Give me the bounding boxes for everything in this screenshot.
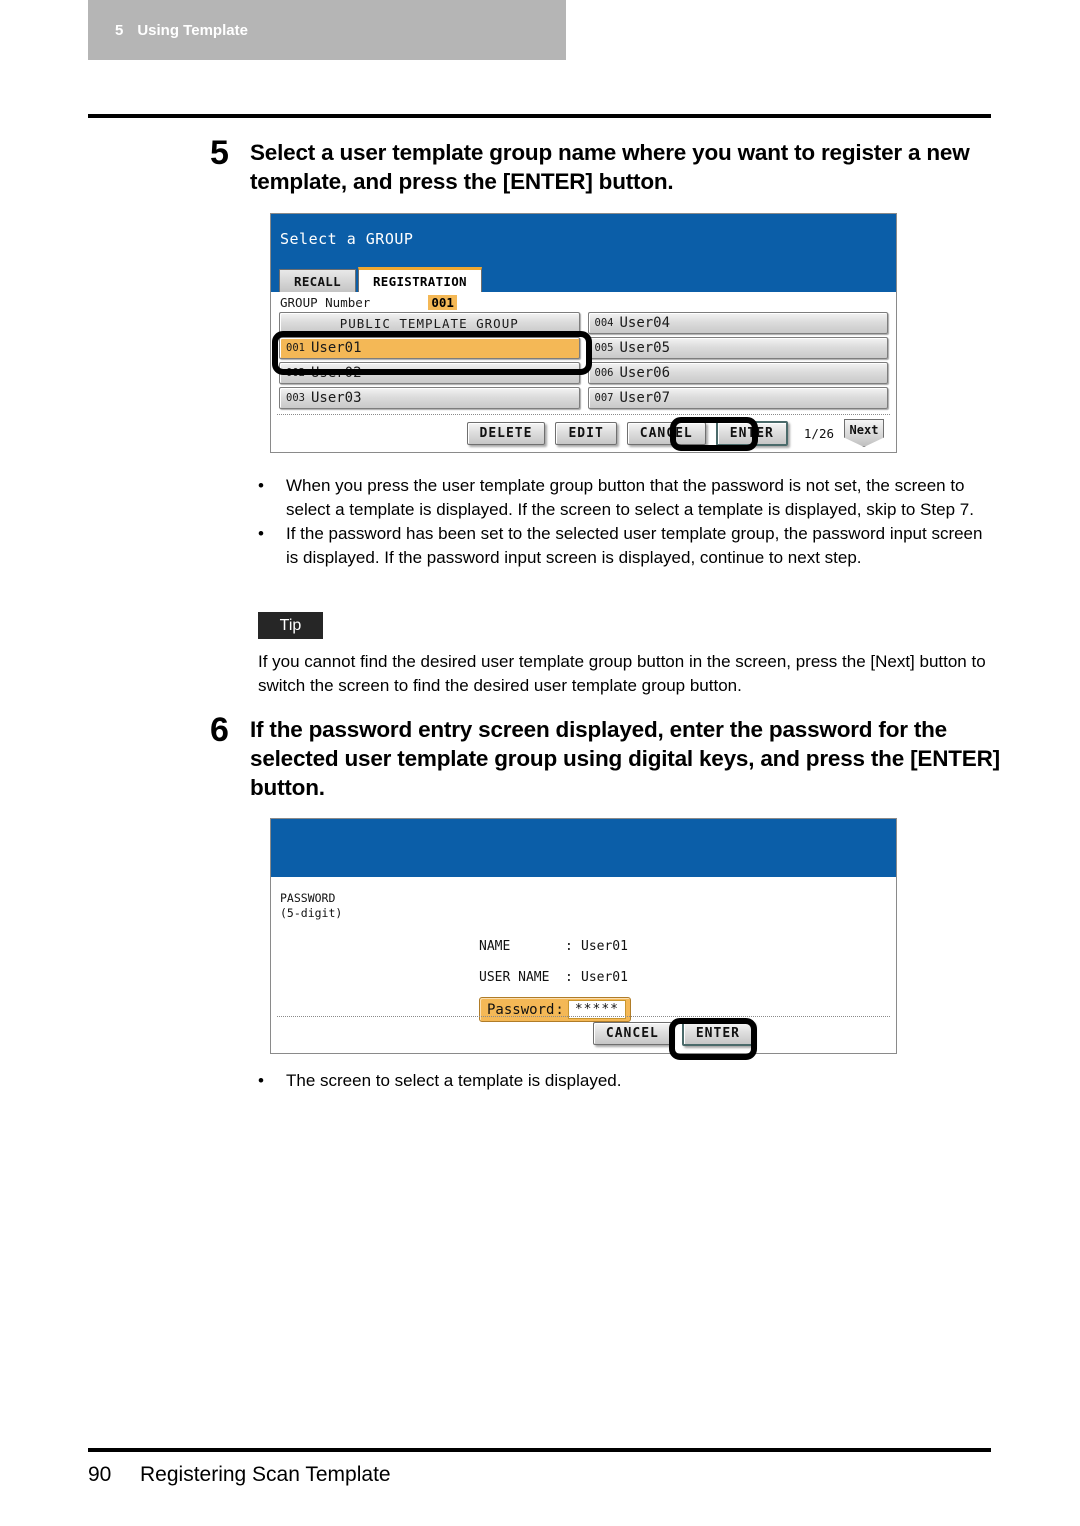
user-name-label: USER NAME <box>479 969 550 985</box>
note-item: • The screen to select a template is dis… <box>258 1069 998 1093</box>
group-button-005[interactable]: 005 User05 <box>587 337 888 359</box>
group-button-001[interactable]: 001 User01 <box>279 337 580 359</box>
note-text: When you press the user template group b… <box>286 476 974 519</box>
step-6-number: 6 <box>210 711 229 749</box>
group-button-public[interactable]: PUBLIC TEMPLATE GROUP <box>279 312 580 334</box>
running-header-band: 5 Using Template <box>88 0 566 60</box>
group-number-row: GROUP Number 001 <box>271 292 896 312</box>
group-button-name: User07 <box>619 390 671 406</box>
group-button-name: PUBLIC TEMPLATE GROUP <box>339 315 519 331</box>
password-screen-body: PASSWORD (5-digit) NAME : User01 USER NA… <box>271 877 896 1053</box>
group-number-label: GROUP Number <box>280 295 371 310</box>
footer-divider-rule <box>88 1448 991 1452</box>
chapter-title: Using Template <box>137 21 248 39</box>
group-button-number: 003 <box>286 392 305 404</box>
select-group-title: Select a GROUP <box>280 230 414 248</box>
select-group-screenshot: Select a GROUP RECALL REGISTRATION GROUP… <box>270 213 897 453</box>
tip-text: If you cannot find the desired user temp… <box>258 652 986 695</box>
password-hint-line2: (5-digit) <box>280 906 343 920</box>
group-button-number: 001 <box>286 342 305 354</box>
chapter-number: 5 <box>115 21 124 39</box>
password-screen-header <box>271 819 896 877</box>
header-divider-rule <box>88 114 991 118</box>
notes-after-step-5: • When you press the user template group… <box>258 474 998 570</box>
page-indicator: 1/26 <box>803 425 834 441</box>
note-item: • When you press the user template group… <box>258 474 998 522</box>
password-hint-label: PASSWORD (5-digit) <box>280 891 342 921</box>
select-group-header: Select a GROUP RECALL REGISTRATION <box>271 214 896 292</box>
group-button-003[interactable]: 003 User03 <box>279 387 580 409</box>
name-colon: : <box>565 938 573 954</box>
group-number-value: 001 <box>428 295 457 310</box>
password-button-bar: CANCEL ENTER <box>271 1017 896 1051</box>
name-value: User01 <box>581 938 628 954</box>
tab-registration[interactable]: REGISTRATION <box>357 267 482 292</box>
tab-recall[interactable]: RECALL <box>279 269 356 292</box>
user-name-value: User01 <box>581 969 628 985</box>
step-5-number: 5 <box>210 134 229 172</box>
step-5-text: Select a user template group name where … <box>250 140 970 194</box>
step-6-text: If the password entry screen displayed, … <box>250 717 1000 800</box>
notes-after-step-6: • The screen to select a template is dis… <box>258 1069 998 1093</box>
delete-button[interactable]: DELETE <box>466 421 546 445</box>
step-6: 6 If the password entry screen displayed… <box>210 711 1000 802</box>
name-row: NAME : User01 <box>479 935 631 957</box>
group-button-grid: PUBLIC TEMPLATE GROUP 004 User04 001 Use… <box>271 312 896 409</box>
group-button-number: 005 <box>594 342 614 354</box>
password-field-group: NAME : User01 USER NAME : User01 Passwor… <box>479 935 631 1022</box>
name-label: NAME <box>479 938 511 954</box>
user-name-row: USER NAME : User01 <box>479 966 631 988</box>
group-button-number: 002 <box>286 367 305 379</box>
group-button-007[interactable]: 007 User07 <box>587 387 888 409</box>
group-button-number: 006 <box>594 367 614 379</box>
bullet-glyph: • <box>258 476 264 495</box>
user-name-colon: : <box>565 969 573 985</box>
select-group-tabstrip: RECALL REGISTRATION <box>279 267 482 292</box>
group-button-name: User06 <box>619 365 671 381</box>
select-group-body: GROUP Number 001 PUBLIC TEMPLATE GROUP 0… <box>271 292 896 452</box>
group-button-004[interactable]: 004 User04 <box>587 312 888 334</box>
note-text: If the password has been set to the sele… <box>286 524 983 567</box>
group-button-number: 004 <box>594 317 614 329</box>
step-5: 5 Select a user template group name wher… <box>210 134 1000 196</box>
group-button-name: User01 <box>310 340 362 356</box>
password-enter-button[interactable]: ENTER <box>681 1021 754 1046</box>
group-button-006[interactable]: 006 User06 <box>587 362 888 384</box>
tip-badge: Tip <box>258 612 323 639</box>
footer-section-title: Registering Scan Template <box>140 1463 391 1486</box>
group-button-name: User04 <box>619 315 671 331</box>
note-item: • If the password has been set to the se… <box>258 522 998 570</box>
group-button-name: User03 <box>310 390 362 406</box>
password-cancel-button[interactable]: CANCEL <box>592 1022 672 1045</box>
bullet-glyph: • <box>258 524 264 543</box>
footer-page-number: 90 <box>88 1463 112 1486</box>
password-hint-line1: PASSWORD <box>280 891 336 905</box>
cancel-button[interactable]: CANCEL <box>626 421 706 445</box>
enter-button[interactable]: ENTER <box>715 420 788 446</box>
group-button-number: 007 <box>594 392 614 404</box>
next-button[interactable]: Next <box>844 419 884 447</box>
password-entry-screenshot: PASSWORD (5-digit) NAME : User01 USER NA… <box>270 818 897 1054</box>
group-button-002[interactable]: 002 User02 <box>279 362 580 384</box>
note-text: The screen to select a template is displ… <box>286 1071 622 1090</box>
page-footer: 90 Registering Scan Template <box>88 1463 391 1487</box>
edit-button[interactable]: EDIT <box>555 421 617 445</box>
group-button-name: User02 <box>310 365 362 381</box>
group-button-name: User05 <box>619 340 671 356</box>
bullet-glyph: • <box>258 1071 264 1090</box>
select-group-button-bar: DELETE EDIT CANCEL ENTER 1/26 Next <box>271 415 896 452</box>
